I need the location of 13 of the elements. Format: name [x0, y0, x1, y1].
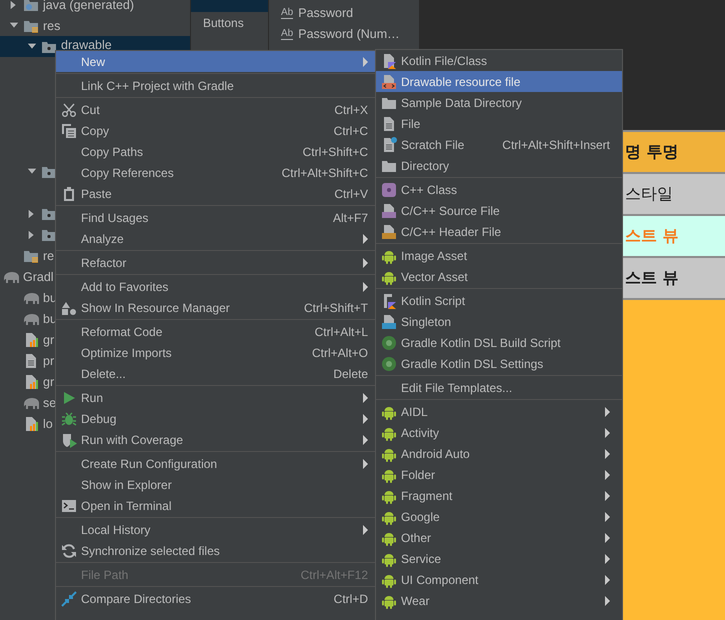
shortcut-label: Ctrl+Alt+Shift+Insert [502, 138, 610, 152]
shortcut-label: Ctrl+Alt+F12 [300, 568, 368, 582]
shortcut-label: Ctrl+V [334, 186, 368, 200]
shortcut-label: Ctrl+D [334, 592, 368, 606]
shortcut-label: Ctrl+Shift+T [304, 300, 368, 314]
shortcut-label: Delete [333, 366, 368, 380]
shortcut-label: Ctrl+C [334, 124, 368, 138]
shortcut-label: Ctrl+Alt+O [312, 346, 368, 360]
shortcut-label: Ctrl+Alt+Shift+C [282, 166, 368, 180]
shortcut-label: Alt+F7 [332, 210, 368, 224]
shortcut-label: Ctrl+Shift+C [302, 144, 368, 158]
shortcut-label: Ctrl+X [334, 102, 368, 116]
shortcut-label: Ctrl+Alt+L [314, 324, 368, 338]
